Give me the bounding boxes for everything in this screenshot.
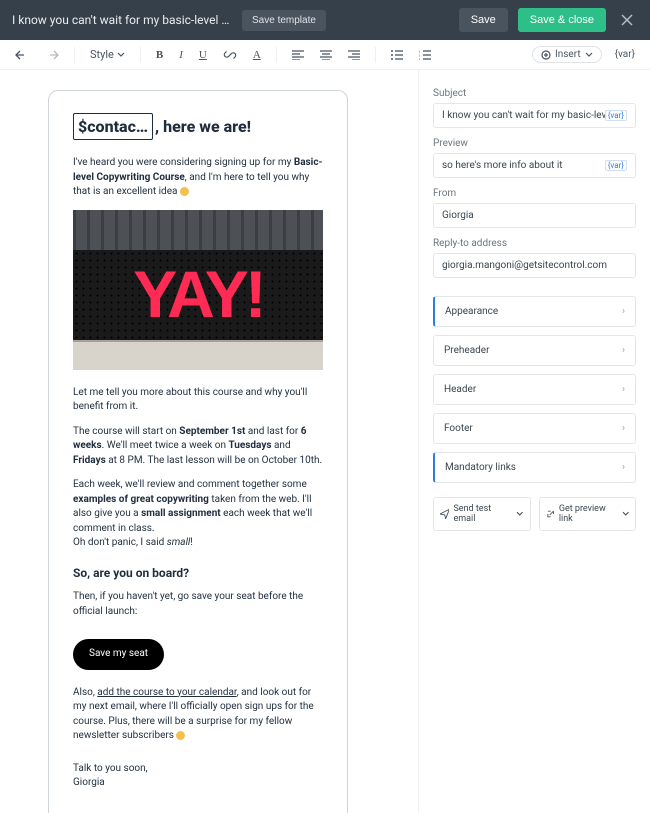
emoji-icon bbox=[176, 731, 185, 740]
chevron-down-icon bbox=[516, 510, 524, 518]
preview-label: Preview bbox=[433, 138, 636, 149]
redo-button[interactable] bbox=[40, 46, 64, 64]
paragraph: Then, if you haven't yet, go save your s… bbox=[73, 590, 323, 619]
paragraph: I've heard you were considering signing … bbox=[73, 156, 323, 200]
insert-var-icon[interactable]: {var} bbox=[605, 160, 627, 171]
align-right-button[interactable] bbox=[343, 47, 365, 63]
insert-dropdown[interactable]: Insert bbox=[532, 46, 602, 63]
settings-sidebar: Subject I know you can't wait for my bas… bbox=[418, 70, 650, 813]
chevron-right-icon: › bbox=[622, 345, 625, 356]
undo-button[interactable] bbox=[10, 46, 34, 64]
insert-label: Insert bbox=[555, 49, 581, 60]
save-my-seat-button[interactable]: Save my seat bbox=[73, 639, 164, 670]
external-link-icon bbox=[546, 509, 555, 519]
reply-to-input[interactable]: giorgia.mangoni@getsitecontrol.com bbox=[433, 253, 636, 278]
save-template-button[interactable]: Save template bbox=[242, 10, 326, 31]
email-body[interactable]: $contac…, here we are! I've heard you we… bbox=[48, 90, 348, 813]
accordion-appearance[interactable]: Appearance› bbox=[433, 296, 636, 327]
editor-toolbar: Style B I U A 123 Insert {var} bbox=[0, 40, 650, 70]
underline-button[interactable]: U bbox=[194, 46, 212, 64]
bold-button[interactable]: B bbox=[151, 46, 168, 64]
align-left-button[interactable] bbox=[287, 47, 309, 63]
signoff: Talk to you soon,Giorgia bbox=[73, 762, 323, 791]
close-icon[interactable] bbox=[616, 13, 638, 27]
numbered-list-button[interactable]: 123 bbox=[414, 47, 436, 63]
chevron-right-icon: › bbox=[622, 306, 625, 317]
chevron-right-icon: › bbox=[622, 462, 625, 473]
preview-input[interactable]: so here's more info about it {var} bbox=[433, 153, 636, 178]
paragraph: Let me tell you more about this course a… bbox=[73, 386, 323, 415]
paragraph: The course will start on September 1st a… bbox=[73, 425, 323, 469]
from-input[interactable]: Giorgia bbox=[433, 203, 636, 228]
from-label: From bbox=[433, 188, 636, 199]
italic-button[interactable]: I bbox=[174, 46, 188, 64]
accordion-footer[interactable]: Footer› bbox=[433, 413, 636, 444]
svg-text:3: 3 bbox=[419, 57, 420, 60]
subject-label: Subject bbox=[433, 88, 636, 99]
subject-input[interactable]: I know you can't wait for my basic-level… bbox=[433, 103, 636, 128]
top-bar: I know you can't wait for my basic-level… bbox=[0, 0, 650, 40]
insert-var-icon[interactable]: {var} bbox=[605, 110, 627, 121]
contact-variable-token[interactable]: $contac… bbox=[73, 113, 153, 140]
accordion-mandatory-links[interactable]: Mandatory links› bbox=[433, 452, 636, 483]
email-heading: $contac…, here we are! bbox=[73, 113, 323, 140]
paragraph: Also, add the course to your calendar, a… bbox=[73, 686, 323, 744]
style-dropdown[interactable]: Style bbox=[85, 45, 130, 64]
hero-image bbox=[73, 210, 323, 370]
reply-to-label: Reply-to address bbox=[433, 238, 636, 249]
get-preview-link-button[interactable]: Get preview link bbox=[539, 497, 637, 531]
style-label: Style bbox=[90, 48, 114, 61]
paragraph: Each week, we'll review and comment toge… bbox=[73, 478, 323, 551]
save-button[interactable]: Save bbox=[459, 8, 508, 32]
align-center-button[interactable] bbox=[315, 47, 337, 63]
text-color-button[interactable]: A bbox=[248, 46, 266, 64]
insert-variable-button[interactable]: {var} bbox=[610, 46, 640, 63]
chevron-down-icon bbox=[622, 510, 629, 518]
accordion-header[interactable]: Header› bbox=[433, 374, 636, 405]
send-icon bbox=[440, 509, 449, 519]
save-and-close-button[interactable]: Save & close bbox=[518, 8, 606, 32]
chevron-right-icon: › bbox=[622, 384, 625, 395]
page-title: I know you can't wait for my basic-level… bbox=[12, 13, 232, 27]
send-test-email-button[interactable]: Send test email bbox=[433, 497, 531, 531]
bullet-list-button[interactable] bbox=[386, 47, 408, 63]
link-button[interactable] bbox=[218, 46, 242, 64]
emoji-icon bbox=[180, 187, 189, 196]
chevron-right-icon: › bbox=[622, 423, 625, 434]
editor-canvas[interactable]: $contac…, here we are! I've heard you we… bbox=[0, 70, 418, 813]
accordion-preheader[interactable]: Preheader› bbox=[433, 335, 636, 366]
subheading: So, are you on board? bbox=[73, 565, 323, 582]
